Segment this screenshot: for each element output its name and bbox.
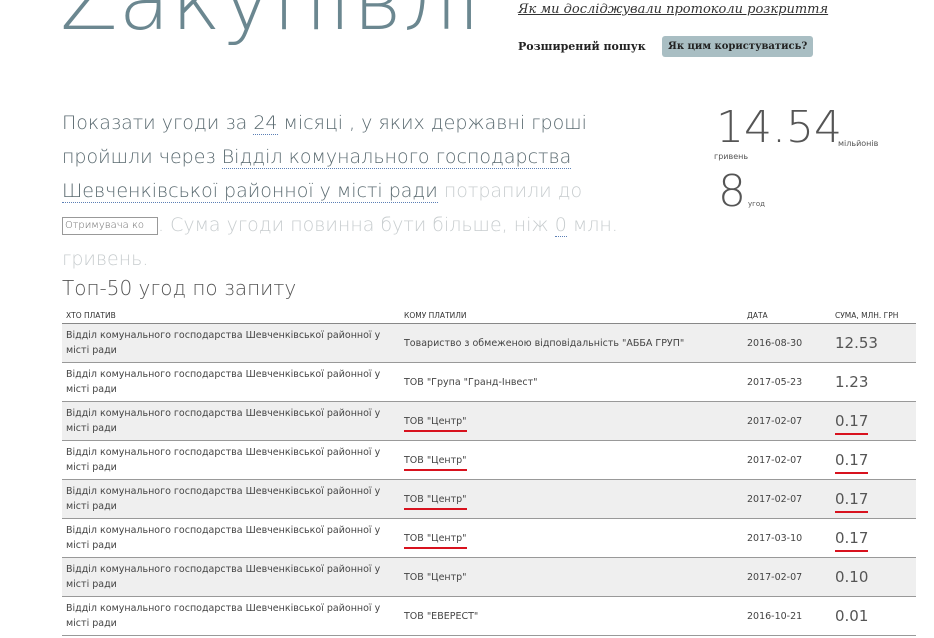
how-to-use-button[interactable]: Як цим користуватись?	[662, 36, 814, 57]
table-row[interactable]: Відділ комунального господарства Шевченк…	[62, 596, 916, 636]
cell-payer: Відділ комунального господарства Шевченк…	[62, 557, 400, 597]
cell-recipient: Товариство з обмеженою відповідальність …	[400, 323, 743, 363]
cell-date-text: 2016-10-21	[746, 610, 803, 622]
cell-payer: Відділ комунального господарства Шевченк…	[62, 362, 400, 402]
cell-payer-text: Відділ комунального господарства Шевченк…	[66, 369, 381, 395]
cell-amount-text: 0.17	[834, 529, 869, 552]
cell-date: 2017-02-07	[742, 401, 831, 441]
cell-payer: Відділ комунального господарства Шевченк…	[62, 401, 400, 441]
cell-payer: Відділ комунального господарства Шевченк…	[62, 479, 400, 519]
cell-date: 2017-02-07	[742, 479, 831, 519]
cell-amount: 0.17	[830, 479, 916, 519]
cell-recipient: ТОВ "Центр"	[400, 479, 743, 519]
table-row[interactable]: Відділ комунального господарства Шевченк…	[62, 401, 916, 441]
table-header: ХТО ПЛАТИВ КОМУ ПЛАТИЛИ ДАТА СУМА, МЛН. …	[62, 306, 916, 324]
cell-amount-text: 1.23	[834, 373, 869, 391]
column-header-recipient[interactable]: КОМУ ПЛАТИЛИ	[400, 306, 743, 324]
query-text: . Сума угоди повинна бути більше, ніж	[158, 214, 555, 236]
deals-table: ХТО ПЛАТИВ КОМУ ПЛАТИЛИ ДАТА СУМА, МЛН. …	[62, 306, 916, 636]
table-row[interactable]: Відділ комунального господарства Шевченк…	[62, 557, 916, 597]
cell-date-text: 2017-02-07	[746, 454, 803, 466]
cell-amount: 12.53	[830, 323, 916, 363]
cell-recipient-text: ТОВ "ЕВЕРЕСТ"	[404, 610, 479, 622]
page-title: Zакупівлі	[60, 0, 483, 49]
cell-date-text: 2017-02-07	[746, 571, 803, 583]
total-sum: 14.54	[716, 102, 842, 153]
cell-date: 2016-10-21	[742, 596, 831, 636]
column-header-amount[interactable]: СУМА, МЛН. ГРН	[830, 306, 916, 324]
cell-amount-text: 0.10	[834, 568, 869, 586]
cell-payer-text: Відділ комунального господарства Шевченк…	[66, 486, 381, 512]
cell-date: 2017-05-23	[742, 362, 831, 402]
cell-amount: 0.17	[830, 518, 916, 558]
query-text: потрапили до	[437, 180, 583, 202]
cell-recipient-text: ТОВ "Центр"	[404, 493, 467, 510]
advanced-search-link[interactable]: Розширений пошук	[518, 40, 646, 53]
cell-amount-text: 0.17	[834, 412, 869, 435]
cell-recipient-text: ТОВ "Центр"	[404, 454, 467, 471]
months-selector[interactable]: 24	[253, 112, 278, 135]
cell-payer-text: Відділ комунального господарства Шевченк…	[66, 525, 381, 551]
query-sentence: Показати угоди за 24 місяці , у яких дер…	[62, 106, 682, 276]
table-row[interactable]: Відділ комунального господарства Шевченк…	[62, 518, 916, 558]
cell-amount: 0.17	[830, 440, 916, 480]
cell-recipient-text: ТОВ "Група "Гранд-Інвест"	[404, 376, 538, 388]
table-row[interactable]: Відділ комунального господарства Шевченк…	[62, 440, 916, 480]
cell-recipient: ТОВ "ЕВЕРЕСТ"	[400, 596, 743, 636]
cell-recipient: ТОВ "Центр"	[400, 440, 743, 480]
cell-date-text: 2017-02-07	[746, 493, 803, 505]
cell-recipient-text: ТОВ "Центр"	[404, 532, 467, 549]
cell-amount-text: 0.17	[834, 490, 869, 513]
cell-amount: 0.01	[830, 596, 916, 636]
cell-recipient-text: Товариство з обмеженою відповідальність …	[404, 337, 685, 349]
cell-payer-text: Відділ комунального господарства Шевченк…	[66, 447, 381, 473]
cell-payer-text: Відділ комунального господарства Шевченк…	[66, 603, 381, 629]
cell-payer: Відділ комунального господарства Шевченк…	[62, 518, 400, 558]
recipient-input[interactable]: Отримувача ко	[62, 216, 158, 235]
cell-amount-text: 12.53	[834, 334, 878, 352]
cell-amount-text: 0.01	[834, 607, 869, 625]
cell-date: 2017-03-10	[742, 518, 831, 558]
cell-date: 2017-02-07	[742, 557, 831, 597]
currency-label: гривень	[714, 152, 749, 161]
cell-payer: Відділ комунального господарства Шевченк…	[62, 440, 400, 480]
table-row[interactable]: Відділ комунального господарства Шевченк…	[62, 362, 916, 402]
cell-payer: Відділ комунального господарства Шевченк…	[62, 323, 400, 363]
cell-date: 2017-02-07	[742, 440, 831, 480]
cell-recipient: ТОВ "Центр"	[400, 518, 743, 558]
cell-amount: 1.23	[830, 362, 916, 402]
min-amount-selector[interactable]: 0	[554, 214, 567, 237]
cell-recipient-text: ТОВ "Центр"	[404, 415, 467, 432]
cell-payer-text: Відділ комунального господарства Шевченк…	[66, 408, 381, 434]
cell-payer-text: Відділ комунального господарства Шевченк…	[66, 330, 381, 356]
cell-date: 2016-08-30	[742, 323, 831, 363]
cell-date-text: 2017-02-07	[746, 415, 803, 427]
cell-amount: 0.10	[830, 557, 916, 597]
table-row[interactable]: Відділ комунального господарства Шевченк…	[62, 323, 916, 363]
cell-amount: 0.17	[830, 401, 916, 441]
table-title: Топ-50 угод по запиту	[62, 276, 297, 300]
cell-payer-text: Відділ комунального господарства Шевченк…	[66, 564, 381, 590]
cell-date-text: 2017-03-10	[746, 532, 803, 544]
cell-recipient: ТОВ "Центр"	[400, 401, 743, 441]
cell-recipient: ТОВ "Група "Гранд-Інвест"	[400, 362, 743, 402]
cell-amount-text: 0.17	[834, 451, 869, 474]
column-header-payer[interactable]: ХТО ПЛАТИВ	[62, 306, 400, 324]
column-header-date[interactable]: ДАТА	[742, 306, 831, 324]
cell-recipient-text: ТОВ "Центр"	[404, 571, 467, 583]
table-row[interactable]: Відділ комунального господарства Шевченк…	[62, 479, 916, 519]
count-unit: угод	[748, 200, 765, 208]
deal-count: 8	[718, 166, 746, 217]
cell-date-text: 2016-08-30	[746, 337, 803, 349]
research-link[interactable]: Як ми досліджували протоколи розкриття	[518, 2, 828, 17]
cell-payer: Відділ комунального господарства Шевченк…	[62, 596, 400, 636]
sum-unit: мільйонів	[838, 139, 879, 148]
cell-recipient: ТОВ "Центр"	[400, 557, 743, 597]
query-text: Показати угоди за	[62, 112, 254, 134]
cell-date-text: 2017-05-23	[746, 376, 803, 388]
